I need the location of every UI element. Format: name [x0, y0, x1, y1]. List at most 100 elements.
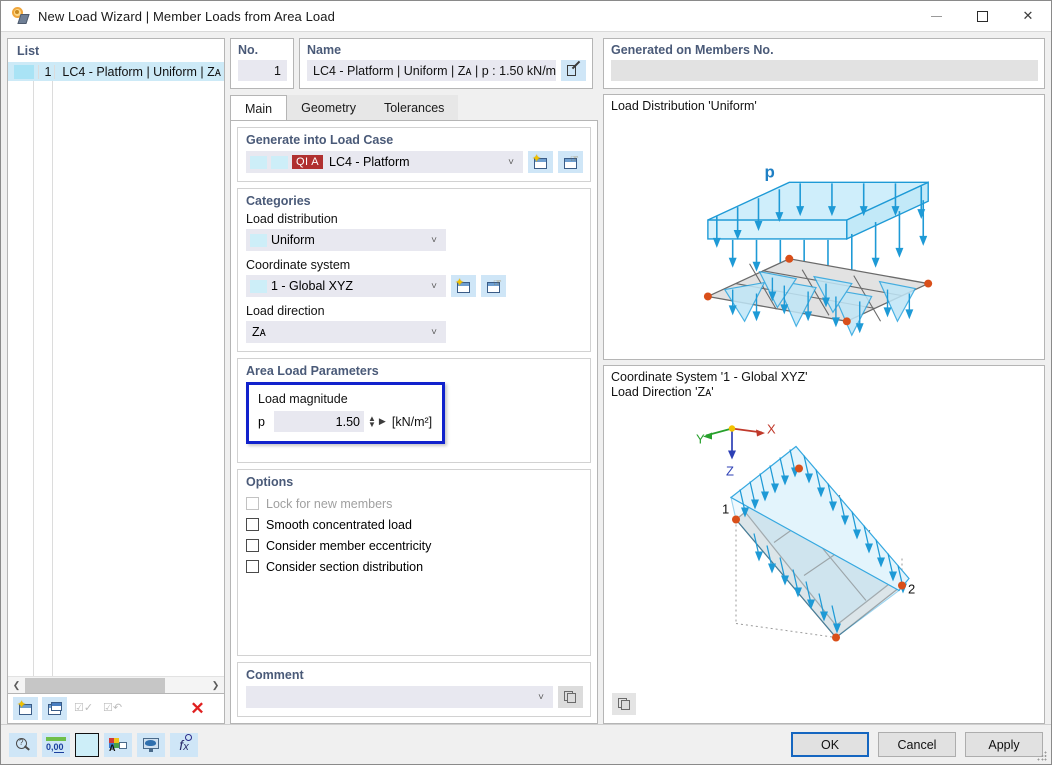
checkbox-icon[interactable] [246, 560, 259, 573]
load-direction-combo[interactable]: Zᴀ ˅ [246, 321, 446, 343]
new-coordinate-system-button[interactable]: ✦ [451, 275, 476, 297]
stepper-down-icon[interactable]: ▼ [368, 422, 376, 428]
option-consider-member-eccentricity[interactable]: Consider member eccentricity [246, 535, 583, 556]
copy-item-button[interactable] [42, 697, 67, 720]
option-lock-for-new-members[interactable]: Lock for new members [246, 493, 583, 514]
option-label: Consider section distribution [266, 560, 423, 574]
load-distribution-swatch [250, 234, 267, 247]
load-magnitude-label: Load magnitude [258, 392, 432, 406]
load-magnitude-expand-icon[interactable]: ▶ [379, 416, 386, 427]
new-coordinate-system-icon: ✦ [456, 280, 471, 293]
toggle-list-icon: ☑↶ [103, 703, 122, 714]
generated-members-input[interactable] [611, 60, 1038, 81]
list-box: List 1 LC4 - Platform | Uniform | Zᴀ | p… [7, 38, 225, 694]
maximize-icon [977, 11, 988, 22]
list-item[interactable]: 1 LC4 - Platform | Uniform | Zᴀ | p : [8, 62, 224, 81]
scrollbar-thumb[interactable] [25, 678, 165, 693]
title-bar: New Load Wizard | Member Loads from Area… [1, 1, 1051, 32]
display-settings-button[interactable] [137, 733, 165, 757]
load-direction-label: Load direction [246, 304, 583, 318]
select-all-button[interactable]: ☑✓ [71, 697, 96, 720]
maximize-button[interactable] [959, 1, 1005, 32]
load-symbol-p: p [764, 162, 774, 181]
load-magnitude-stepper[interactable]: ▲ ▼ [368, 416, 376, 428]
name-edit-button[interactable] [561, 60, 586, 81]
option-smooth-concentrated-load[interactable]: Smooth concentrated load [246, 514, 583, 535]
decimal-places-icon: 0,00 [46, 737, 66, 752]
color-swatch-button[interactable] [75, 733, 99, 757]
name-field-group: Name LC4 - Platform | Uniform | Zᴀ | p :… [299, 38, 593, 89]
header-fields-row: No. 1 Name LC4 - Platform | Uniform | Zᴀ… [230, 38, 1045, 89]
list-item-color-swatch [14, 65, 34, 79]
ok-button[interactable]: OK [791, 732, 869, 757]
load-magnitude-unit: [kN/m²] [392, 415, 432, 429]
load-case-combo[interactable]: QI A LC4 - Platform ˅ [246, 151, 523, 173]
list-horizontal-scrollbar[interactable]: ❮ ❯ [8, 676, 224, 693]
checkbox-icon[interactable] [246, 539, 259, 552]
copy-window-icon [47, 702, 62, 715]
load-magnitude-symbol: p [258, 415, 268, 429]
resize-grip[interactable] [1037, 751, 1047, 761]
load-distribution-label: Load distribution [246, 212, 583, 226]
new-item-button[interactable]: ✦ [13, 697, 38, 720]
invert-selection-button[interactable]: ☑↶ [100, 697, 125, 720]
help-button[interactable]: ? [9, 733, 37, 757]
render-settings-icon [618, 698, 631, 710]
load-case-color-swatch [250, 156, 267, 169]
checkbox-icon[interactable] [246, 497, 259, 510]
chevron-down-icon[interactable]: ˅ [431, 235, 442, 246]
load-magnitude-input[interactable]: 1.50 [274, 411, 364, 432]
render-settings-button[interactable] [612, 693, 636, 715]
chevron-down-icon[interactable]: ˅ [431, 281, 442, 292]
load-magnitude-highlight: Load magnitude p 1.50 ▲ ▼ [246, 382, 445, 444]
cancel-button[interactable]: Cancel [878, 732, 956, 757]
minimize-icon [931, 16, 942, 17]
chevron-down-icon[interactable]: ˅ [431, 327, 442, 338]
chevron-down-icon[interactable]: ˅ [538, 692, 549, 703]
new-load-case-button[interactable]: ✦ [528, 151, 553, 173]
load-distribution-caption: Load Distribution 'Uniform' [611, 99, 757, 114]
edit-coordinate-system-button[interactable]: ☞ [481, 275, 506, 297]
node-label-1: 1 [722, 502, 729, 517]
generate-into-load-case-group: Generate into Load Case QI A LC4 - Platf… [237, 127, 591, 182]
load-distribution-graphic: p [604, 95, 1044, 359]
close-icon: ✕ [1023, 8, 1034, 24]
categories-title: Categories [246, 194, 583, 208]
comment-copy-button[interactable] [558, 686, 583, 708]
load-distribution-combo[interactable]: Uniform ˅ [246, 229, 446, 251]
minimize-button[interactable] [913, 1, 959, 32]
comment-combo[interactable]: ˅ [246, 686, 553, 708]
coordinate-system-label: Coordinate system [246, 258, 583, 272]
axis-z-label: Z [726, 464, 734, 479]
checkbox-icon[interactable] [246, 518, 259, 531]
apply-button[interactable]: Apply [965, 732, 1043, 757]
dialog-body: List 1 LC4 - Platform | Uniform | Zᴀ | p… [1, 32, 1051, 724]
scroll-left-icon[interactable]: ❮ [8, 677, 25, 694]
coordinate-system-preview: Coordinate System '1 - Global XYZ' Load … [603, 365, 1045, 724]
list-item-number: 1 [38, 65, 54, 79]
load-case-category-badge: QI A [292, 155, 323, 169]
formula-button[interactable]: fx [170, 733, 198, 757]
chevron-down-icon[interactable]: ˅ [508, 157, 519, 168]
annotation-button[interactable]: A [104, 733, 132, 757]
close-button[interactable]: ✕ [1005, 1, 1051, 32]
load-direction-value: Zᴀ [246, 325, 431, 339]
list-rows: 1 LC4 - Platform | Uniform | Zᴀ | p : [8, 62, 224, 676]
delete-item-button[interactable]: ✕ [185, 697, 210, 720]
option-consider-section-distribution[interactable]: Consider section distribution [246, 556, 583, 577]
scroll-right-icon[interactable]: ❯ [207, 677, 224, 694]
name-input[interactable]: LC4 - Platform | Uniform | Zᴀ | p : 1.50… [307, 60, 556, 81]
tab-tolerances[interactable]: Tolerances [370, 95, 458, 120]
red-x-icon: ✕ [190, 700, 204, 717]
coordinate-system-value: 1 - Global XYZ [271, 279, 431, 293]
tab-main[interactable]: Main [230, 95, 287, 121]
coordinate-system-combo[interactable]: 1 - Global XYZ ˅ [246, 275, 446, 297]
preview-column: Load Distribution 'Uniform' [603, 94, 1045, 724]
axis-x-label: X [767, 422, 776, 437]
number-input[interactable]: 1 [238, 60, 287, 81]
tab-geometry[interactable]: Geometry [287, 95, 370, 120]
load-case-value: LC4 - Platform [329, 155, 508, 169]
decimal-places-button[interactable]: 0,00 [42, 733, 70, 757]
window-controls: ✕ [913, 1, 1051, 32]
edit-load-case-button[interactable]: ☞ [558, 151, 583, 173]
